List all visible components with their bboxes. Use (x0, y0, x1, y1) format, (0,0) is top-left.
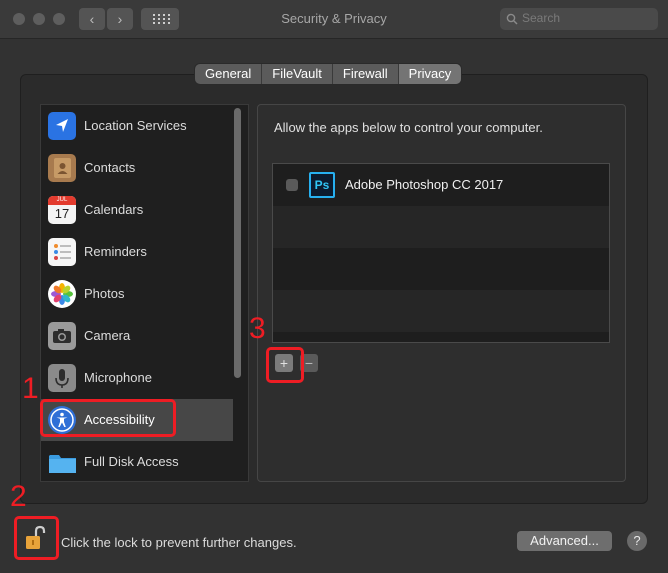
description-text: Allow the apps below to control your com… (274, 120, 543, 135)
photos-flower-icon (48, 280, 76, 308)
tab-general[interactable]: General (195, 64, 263, 84)
location-arrow-icon (48, 112, 76, 140)
sidebar-item-reminders[interactable]: Reminders (41, 231, 233, 273)
folder-icon (48, 448, 78, 476)
calendar-icon: JUL 17 (48, 196, 76, 224)
annotation-highlight-lock (14, 516, 59, 560)
sidebar-item-label: Microphone (84, 370, 152, 385)
microphone-icon (48, 364, 76, 392)
camera-icon (48, 322, 76, 350)
advanced-button[interactable]: Advanced... (517, 531, 612, 551)
app-enable-checkbox[interactable] (286, 179, 298, 191)
search-icon (506, 13, 518, 25)
sidebar-item-label: Location Services (84, 118, 187, 133)
empty-row (273, 248, 609, 290)
sidebar-item-full-disk-access[interactable]: Full Disk Access (41, 441, 233, 481)
tab-bar: General FileVault Firewall Privacy (195, 64, 462, 84)
contacts-book-icon (48, 154, 76, 182)
sidebar-item-calendars[interactable]: JUL 17 Calendars (41, 189, 233, 231)
reminders-list-icon (48, 238, 76, 266)
sidebar-item-label: Contacts (84, 160, 136, 175)
photoshop-app-icon: Ps (309, 172, 335, 198)
sidebar-item-microphone[interactable]: Microphone (41, 357, 233, 399)
sidebar-item-contacts[interactable]: Contacts (41, 147, 233, 189)
tab-privacy[interactable]: Privacy (398, 64, 462, 84)
annotation-highlight-add (266, 347, 304, 383)
annotation-number-1: 1 (22, 372, 39, 405)
search-field[interactable]: Search (500, 8, 658, 30)
search-placeholder: Search (522, 11, 561, 25)
tab-firewall[interactable]: Firewall (333, 64, 399, 84)
sidebar-item-label: Full Disk Access (84, 454, 179, 469)
sidebar-item-photos[interactable]: Photos (41, 273, 233, 315)
sidebar-item-label: Calendars (84, 202, 144, 217)
annotation-highlight-accessibility (40, 399, 176, 437)
sidebar-item-label: Photos (84, 286, 125, 301)
lock-status-text: Click the lock to prevent further change… (61, 535, 297, 550)
empty-row (273, 206, 609, 248)
app-list: Ps Adobe Photoshop CC 2017 (272, 163, 610, 343)
sidebar-item-location-services[interactable]: Location Services (41, 105, 233, 147)
annotation-number-2: 2 (10, 480, 27, 513)
sidebar-item-label: Camera (84, 328, 131, 343)
tab-filevault[interactable]: FileVault (262, 64, 333, 84)
sidebar-item-camera[interactable]: Camera (41, 315, 233, 357)
calendar-day: 17 (54, 206, 70, 221)
empty-row (273, 290, 609, 332)
sidebar-scrollbar[interactable] (234, 108, 241, 378)
app-row[interactable]: Ps Adobe Photoshop CC 2017 (273, 164, 609, 206)
annotation-number-3: 3 (249, 312, 266, 345)
sidebar-item-label: Reminders (84, 244, 147, 259)
app-name: Adobe Photoshop CC 2017 (345, 177, 504, 192)
help-button[interactable]: ? (627, 531, 647, 551)
calendar-month: JUL (48, 196, 76, 205)
